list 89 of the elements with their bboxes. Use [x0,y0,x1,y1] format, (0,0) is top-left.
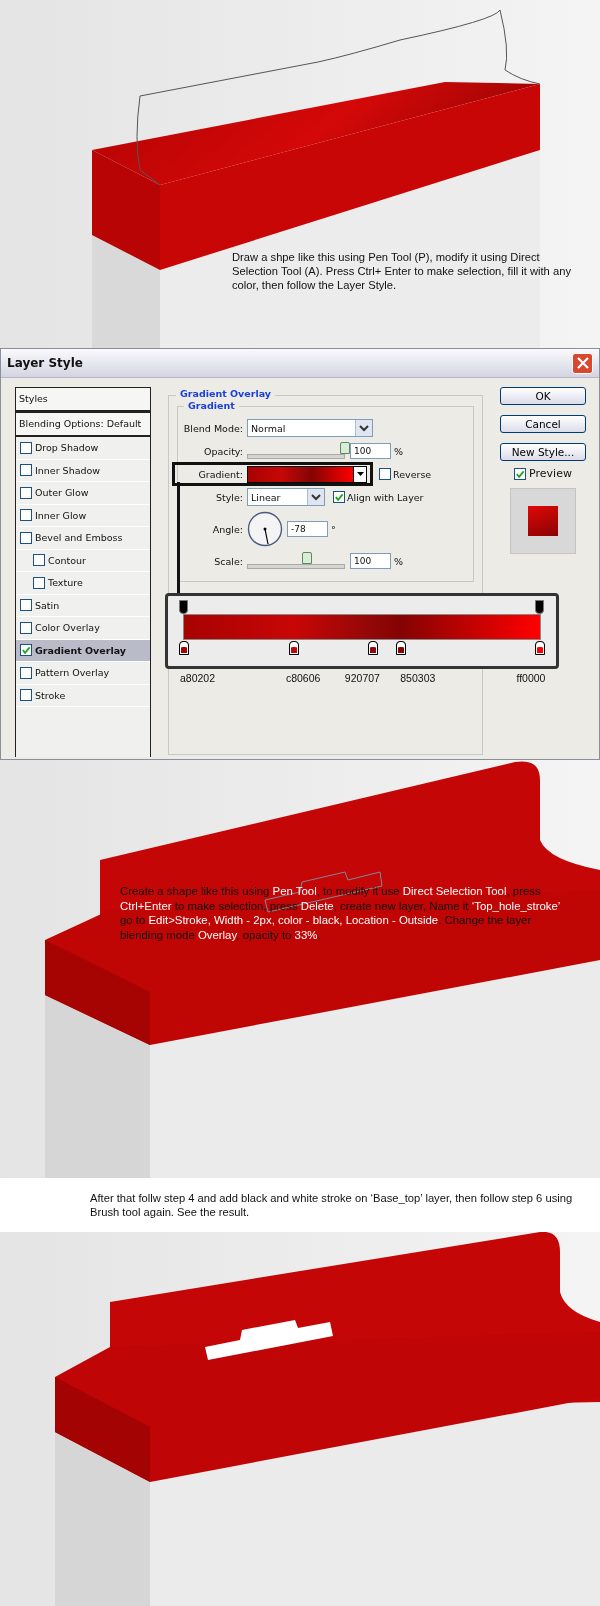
caret-icon [356,472,364,476]
chevron-icon [359,424,369,432]
opacity-stop[interactable] [179,600,188,614]
style-label: Texture [48,577,83,589]
color-code: a80202 [180,672,216,684]
checkbox-label: Align with Layer [346,491,424,503]
style-label: Contour [48,554,86,566]
field-label: Angle: [211,523,244,535]
gradient-picker[interactable] [247,465,367,483]
dialog-button[interactable]: New Style... [500,443,586,461]
panel-title: Gradient Overlay [176,388,275,399]
reverse-checkbox[interactable] [379,468,391,480]
style-label: Bevel and Emboss [35,532,123,544]
unit-label: ° [330,523,336,535]
checkbox-label: Preview [529,467,572,480]
field-label: Opacity: [202,445,244,457]
instruction-text: After that follw step 4 and add black and white stroke on ‘Base_top’ layer, then follow step 6 using Brush tool again. See the result. [90,1190,574,1220]
style-item[interactable]: Outer Glow [16,482,150,505]
scale-field[interactable]: 100 [350,553,391,569]
preview-checkbox[interactable] [514,467,527,480]
style-item[interactable]: Gradient Overlay [16,639,150,662]
field-label: Blend Mode: [182,422,244,434]
style-label: Satin [35,599,60,611]
field-label: Style: [214,491,244,503]
color-stop[interactable] [535,641,545,655]
color-code: ff0000 [516,672,546,684]
checkbox[interactable] [33,554,45,567]
dialog-button[interactable]: OK [500,387,586,405]
style-dropdown[interactable]: Linear [247,488,325,506]
style-label: Gradient Overlay [35,644,126,656]
style-item[interactable]: Texture [16,572,150,595]
blending-options-item[interactable]: Blending Options: Default [16,412,150,437]
color-code: 920707 [344,672,380,684]
blend-mode-dropdown[interactable]: Normal [247,419,373,437]
checkbox[interactable] [20,441,32,454]
style-item[interactable]: Color Overlay [16,617,150,640]
angle-field[interactable]: -78 [287,521,328,537]
color-code: 850303 [400,672,436,684]
field-label: Scale: [213,555,244,567]
close-button[interactable] [572,352,593,374]
color-code: c80606 [285,672,321,684]
checkbox[interactable] [33,576,45,589]
checkbox[interactable] [20,689,32,702]
checkbox-label: Reverse [392,468,432,480]
dialog-button[interactable]: Cancel [500,415,586,433]
opacity-field[interactable]: 100 [350,443,391,459]
checkbox[interactable] [20,509,32,522]
style-label: Color Overlay [35,622,100,634]
style-label: Drop Shadow [35,442,99,454]
angle-dial[interactable] [247,511,283,547]
style-label: Stroke [35,689,66,701]
slider-thumb[interactable] [340,441,350,454]
styles-header[interactable]: Styles [16,388,150,412]
style-item[interactable]: Inner Glow [16,504,150,527]
style-label: Outer Glow [35,487,89,499]
style-item[interactable]: Pattern Overlay [16,662,150,685]
chevron-icon [311,493,321,501]
color-stop[interactable] [367,641,378,655]
style-item[interactable]: Stroke [16,684,150,707]
style-label: Inner Shadow [35,464,101,476]
checkbox[interactable] [20,464,32,477]
style-item[interactable]: Satin [16,594,150,617]
checkbox[interactable] [20,644,32,657]
field-label: Gradient: [197,468,244,480]
group-title: Gradient [184,400,239,411]
close-icon [576,357,589,369]
style-label: Inner Glow [35,509,87,521]
window-title: Layer Style [7,356,83,370]
instruction-text: Create a shape like this using Pen Tool, to modify it use Direct Selection Tool, press Ctrl+Enter to make selection, press Delete, create new layer, Name it ‘Top_hole_stroke’ go to Edit>Stroke, Width - 2px, color - black, Location - Outside. Change the layer blending mode Overlay, opacity to 33%. [120,884,560,942]
unit-label: % [393,445,404,457]
color-stop[interactable] [289,641,300,655]
checkbox[interactable] [20,486,32,499]
style-item[interactable]: Drop Shadow [16,437,150,460]
style-item[interactable]: Bevel and Emboss [16,527,150,550]
slider-thumb[interactable] [301,551,312,564]
style-item[interactable]: Contour [16,549,150,572]
checkbox[interactable] [20,666,32,679]
style-label: Pattern Overlay [35,667,110,679]
checkbox[interactable] [20,531,32,544]
align-checkbox[interactable] [333,491,345,503]
instruction-text: Draw a shpe like this using Pen Tool (P), modify it using Direct Selection Tool (A). Press Ctrl+ Enter to make selection, fill it with any color, then follow the Layer Style. [232,250,572,292]
checkbox[interactable] [20,599,32,612]
checkbox[interactable] [20,621,32,634]
preview-swatch [528,506,558,536]
color-stop[interactable] [179,641,189,655]
color-stop[interactable] [396,641,407,655]
unit-label: % [393,555,404,567]
style-item[interactable]: Inner Shadow [16,459,150,482]
opacity-stop[interactable] [535,600,544,614]
